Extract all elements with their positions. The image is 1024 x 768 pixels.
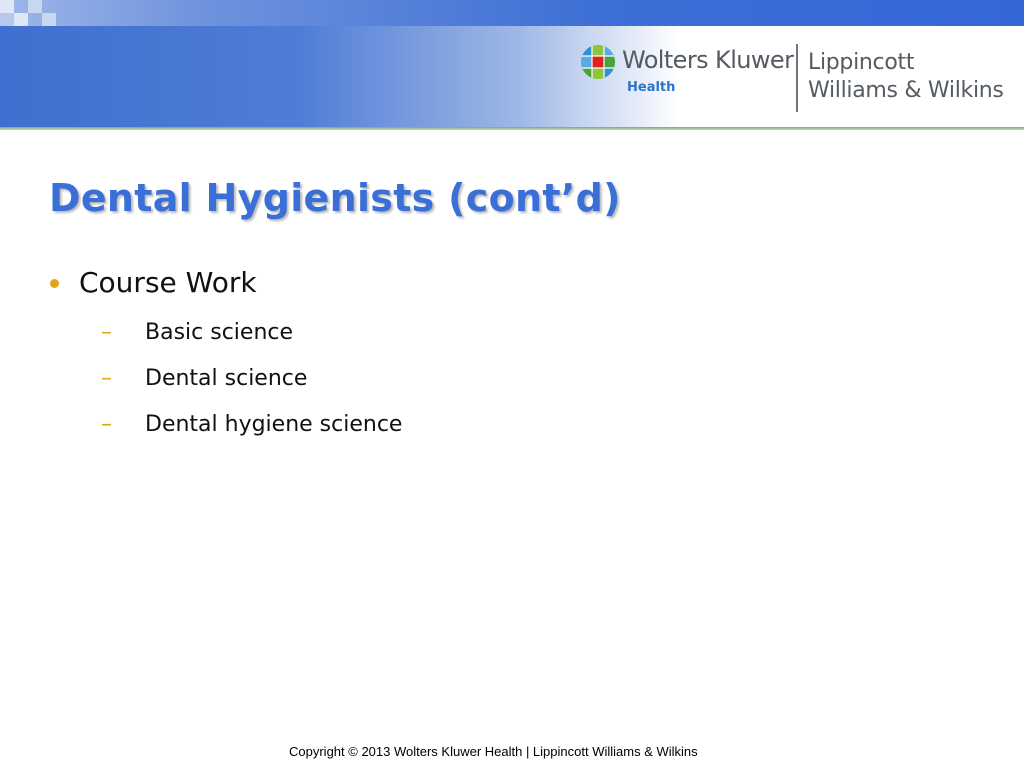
- sub-bullet-dental-hygiene-science: Dental hygiene science: [145, 412, 403, 437]
- slide-header-band: Wolters Kluwer Health Lippincott William…: [0, 0, 1024, 128]
- sub-bullet-marker: –: [101, 320, 112, 345]
- logo-globe-icon: [581, 45, 615, 79]
- slide-title: Dental Hygienists (cont’d): [49, 176, 621, 220]
- imprint-line-1: Lippincott: [808, 50, 915, 75]
- brand-name: Wolters Kluwer: [622, 46, 794, 74]
- imprint-line-2: Williams & Wilkins: [808, 78, 1004, 103]
- logo-divider: [796, 44, 798, 112]
- bullet-course-work: Course Work: [79, 266, 257, 299]
- publisher-logo: Wolters Kluwer Health Lippincott William…: [580, 42, 1020, 114]
- bullet-dot-icon: [50, 279, 59, 288]
- brand-division: Health: [627, 80, 676, 95]
- sub-bullet-marker: –: [101, 412, 112, 437]
- header-decorative-squares: [0, 0, 60, 26]
- sub-bullet-basic-science: Basic science: [145, 320, 294, 345]
- header-top-stripe: [0, 0, 1024, 26]
- sub-bullet-marker: –: [101, 366, 112, 391]
- header-divider-rule: [0, 127, 1024, 130]
- copyright-text: Copyright © 2013 Wolters Kluwer Health |…: [289, 744, 698, 759]
- sub-bullet-dental-science: Dental science: [145, 366, 308, 391]
